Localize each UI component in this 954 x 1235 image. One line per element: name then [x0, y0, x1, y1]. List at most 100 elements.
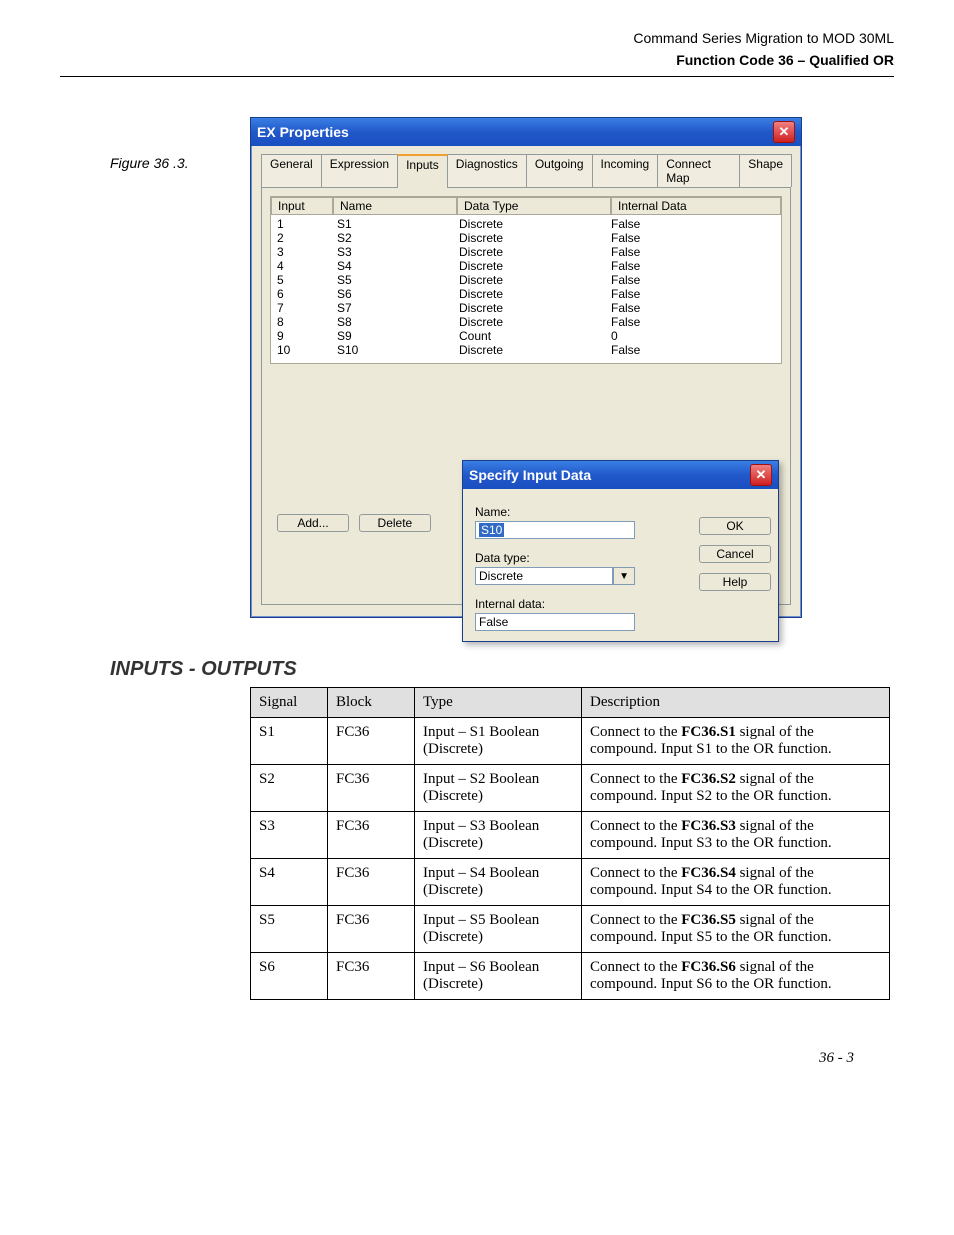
- tab-connect-map[interactable]: Connect Map: [657, 154, 740, 187]
- list-item[interactable]: 8S8DiscreteFalse: [271, 315, 781, 329]
- cell-type: Discrete: [453, 343, 605, 357]
- cell-idata: False: [605, 259, 781, 273]
- internal-label: Internal data:: [475, 597, 682, 611]
- list-item[interactable]: 4S4DiscreteFalse: [271, 259, 781, 273]
- datatype-label: Data type:: [475, 551, 682, 565]
- add-button[interactable]: Add...: [277, 514, 349, 532]
- list-item[interactable]: 3S3DiscreteFalse: [271, 245, 781, 259]
- table-row: S1FC36Input – S1 Boolean (Discrete)Conne…: [251, 718, 890, 765]
- table-row: S6FC36Input – S6 Boolean (Discrete)Conne…: [251, 953, 890, 1000]
- chevron-down-icon[interactable]: ▼: [613, 567, 635, 585]
- list-item[interactable]: 2S2DiscreteFalse: [271, 231, 781, 245]
- table-row: S2FC36Input – S2 Boolean (Discrete)Conne…: [251, 765, 890, 812]
- list-item[interactable]: 10S10DiscreteFalse: [271, 343, 781, 357]
- col-header-type[interactable]: Data Type: [457, 197, 611, 215]
- cell-signal: S4: [251, 859, 328, 906]
- cell-idata: False: [605, 315, 781, 329]
- ex-properties-window: EX Properties ✕ GeneralExpressionInputsD…: [250, 117, 802, 618]
- tab-outgoing[interactable]: Outgoing: [526, 154, 593, 187]
- col-header-name[interactable]: Name: [333, 197, 457, 215]
- close-icon[interactable]: ✕: [773, 121, 795, 143]
- cell-input: 5: [271, 273, 331, 287]
- name-field[interactable]: S10: [475, 521, 635, 539]
- tab-general[interactable]: General: [261, 154, 322, 187]
- list-item[interactable]: 5S5DiscreteFalse: [271, 273, 781, 287]
- cell-desc: Connect to the FC36.S4 signal of the com…: [582, 859, 890, 906]
- cell-signal: S2: [251, 765, 328, 812]
- cell-name: S8: [331, 315, 453, 329]
- delete-button[interactable]: Delete: [359, 514, 431, 532]
- cell-desc: Connect to the FC36.S2 signal of the com…: [582, 765, 890, 812]
- cell-type: Count: [453, 329, 605, 343]
- tab-shape[interactable]: Shape: [739, 154, 792, 187]
- cell-name: S5: [331, 273, 453, 287]
- cell-idata: False: [605, 273, 781, 287]
- cell-name: S6: [331, 287, 453, 301]
- tab-expression[interactable]: Expression: [321, 154, 398, 187]
- ok-button[interactable]: OK: [699, 517, 771, 535]
- cell-input: 3: [271, 245, 331, 259]
- cell-idata: False: [605, 301, 781, 315]
- popup-titlebar[interactable]: Specify Input Data ✕: [463, 461, 778, 489]
- cell-input: 8: [271, 315, 331, 329]
- tab-incoming[interactable]: Incoming: [592, 154, 659, 187]
- tab-inputs[interactable]: Inputs: [397, 154, 448, 188]
- list-item[interactable]: 1S1DiscreteFalse: [271, 217, 781, 231]
- ex-properties-titlebar[interactable]: EX Properties ✕: [251, 118, 801, 146]
- cell-signal: S3: [251, 812, 328, 859]
- cell-idata: False: [605, 343, 781, 357]
- cell-name: S1: [331, 217, 453, 231]
- list-item[interactable]: 9S9Count0: [271, 329, 781, 343]
- cell-desc: Connect to the FC36.S5 signal of the com…: [582, 906, 890, 953]
- doc-title: Command Series Migration to MOD 30ML: [60, 30, 894, 46]
- cell-type: Discrete: [453, 259, 605, 273]
- col-header-idata[interactable]: Internal Data: [611, 197, 781, 215]
- tab-strip: GeneralExpressionInputsDiagnosticsOutgoi…: [251, 146, 801, 187]
- table-row: S3FC36Input – S3 Boolean (Discrete)Conne…: [251, 812, 890, 859]
- internal-data-field[interactable]: False: [475, 613, 635, 631]
- cell-idata: False: [605, 287, 781, 301]
- specify-input-data-dialog: Specify Input Data ✕ Name: S10 Data type…: [462, 460, 779, 642]
- page-number: 36 - 3: [60, 1050, 854, 1067]
- cell-type: Discrete: [453, 217, 605, 231]
- inputs-tab-body: Input Name Data Type Internal Data 1S1Di…: [261, 187, 791, 605]
- cell-type: Input – S5 Boolean (Discrete): [415, 906, 582, 953]
- cell-desc: Connect to the FC36.S3 signal of the com…: [582, 812, 890, 859]
- name-label: Name:: [475, 505, 682, 519]
- list-item[interactable]: 6S6DiscreteFalse: [271, 287, 781, 301]
- cell-type: Discrete: [453, 231, 605, 245]
- cell-type: Discrete: [453, 315, 605, 329]
- io-col-signal: Signal: [251, 688, 328, 718]
- window-title: EX Properties: [257, 124, 349, 140]
- col-header-input[interactable]: Input: [271, 197, 333, 215]
- popup-title: Specify Input Data: [469, 467, 591, 483]
- inputs-list[interactable]: Input Name Data Type Internal Data 1S1Di…: [270, 196, 782, 364]
- cell-type: Input – S1 Boolean (Discrete): [415, 718, 582, 765]
- cell-type: Input – S6 Boolean (Discrete): [415, 953, 582, 1000]
- cell-idata: False: [605, 217, 781, 231]
- cell-signal: S1: [251, 718, 328, 765]
- cell-type: Input – S4 Boolean (Discrete): [415, 859, 582, 906]
- cell-type: Discrete: [453, 273, 605, 287]
- cell-input: 10: [271, 343, 331, 357]
- cell-input: 4: [271, 259, 331, 273]
- cell-block: FC36: [328, 953, 415, 1000]
- cell-signal: S5: [251, 906, 328, 953]
- io-table: Signal Block Type Description S1FC36Inpu…: [250, 687, 890, 1000]
- chapter-title: Function Code 36 – Qualified OR: [60, 52, 894, 68]
- cell-type: Input – S3 Boolean (Discrete): [415, 812, 582, 859]
- cell-name: S9: [331, 329, 453, 343]
- datatype-select[interactable]: Discrete: [475, 567, 613, 585]
- cancel-button[interactable]: Cancel: [699, 545, 771, 563]
- cell-block: FC36: [328, 906, 415, 953]
- table-row: S4FC36Input – S4 Boolean (Discrete)Conne…: [251, 859, 890, 906]
- list-item[interactable]: 7S7DiscreteFalse: [271, 301, 781, 315]
- cell-type: Discrete: [453, 245, 605, 259]
- cell-input: 7: [271, 301, 331, 315]
- tab-diagnostics[interactable]: Diagnostics: [447, 154, 527, 187]
- close-icon[interactable]: ✕: [750, 464, 772, 486]
- figure-label: Figure 36 .3.: [110, 155, 189, 171]
- help-button[interactable]: Help: [699, 573, 771, 591]
- cell-input: 2: [271, 231, 331, 245]
- table-row: S5FC36Input – S5 Boolean (Discrete)Conne…: [251, 906, 890, 953]
